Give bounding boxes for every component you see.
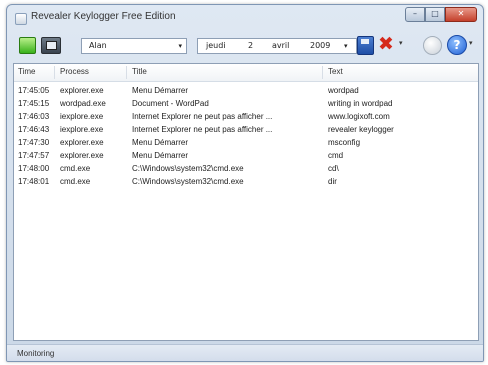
column-header-process[interactable]: Process (60, 67, 89, 76)
cell-time: 17:48:00 (18, 164, 50, 173)
cell-text: msconfig (328, 138, 361, 147)
date-picker[interactable]: jeudi 2 avril 2009 ▾ (197, 38, 357, 54)
window-controls: – □ ✕ (405, 7, 477, 22)
app-window: Revealer Keylogger Free Edition – □ ✕ Al… (6, 4, 484, 362)
user-select[interactable]: Alan ▾ (81, 38, 187, 54)
user-select-value: Alan (89, 41, 107, 50)
cell-text: writing in wordpad (328, 99, 393, 108)
cell-process: iexplore.exe (60, 125, 104, 134)
delete-icon[interactable]: ✖ (378, 34, 394, 54)
cell-text: cmd (328, 151, 344, 160)
log-table[interactable]: Time Process Title Text 17:45:05 explorer… (13, 63, 479, 341)
column-header-text[interactable]: Text (328, 67, 343, 76)
cell-process: wordpad.exe (60, 99, 106, 108)
cell-time: 17:46:43 (18, 125, 50, 134)
date-year: 2009 (310, 41, 331, 50)
cell-time: 17:46:03 (18, 112, 50, 121)
table-header: Time Process Title Text (14, 64, 478, 82)
save-icon-label (361, 39, 369, 44)
table-row[interactable]: 17:45:15 wordpad.exe Document - WordPad wri… (14, 97, 478, 111)
cell-title: C:\Windows\system32\cmd.exe (132, 164, 244, 173)
cell-time: 17:45:15 (18, 99, 50, 108)
cell-time: 17:48:01 (18, 177, 50, 186)
table-row[interactable]: 17:48:00 cmd.exe C:\Windows\system32\cmd.e… (14, 162, 478, 176)
cell-title: Menu Démarrer (132, 86, 189, 95)
cell-text: cd\ (328, 164, 339, 173)
cell-process: explorer.exe (60, 138, 104, 147)
cell-title: C:\Windows\system32\cmd.exe (132, 177, 244, 186)
cell-time: 17:47:57 (18, 151, 50, 160)
status-text: Monitoring (17, 349, 55, 358)
table-row[interactable]: 17:47:57 explorer.exe Menu Démarrer cmd (14, 149, 478, 163)
options-icon[interactable] (423, 36, 442, 55)
cell-text: dir (328, 177, 337, 186)
cell-title: Document - WordPad (132, 99, 209, 108)
keylogger-app-icon (15, 13, 27, 25)
cell-process: explorer.exe (60, 86, 104, 95)
cell-process: iexplore.exe (60, 112, 104, 121)
date-day: 2 (248, 41, 254, 50)
column-header-time[interactable]: Time (18, 67, 35, 76)
start-monitoring-icon[interactable] (19, 37, 36, 54)
save-icon[interactable] (357, 36, 374, 55)
table-row[interactable]: 17:47:30 explorer.exe Menu Démarrer msconfi… (14, 136, 478, 150)
maximize-button[interactable]: □ (425, 7, 445, 22)
help-dropdown-icon[interactable]: ▾ (469, 39, 473, 47)
delete-dropdown-icon[interactable]: ▾ (399, 39, 403, 47)
cell-process: cmd.exe (60, 164, 91, 173)
chevron-down-icon[interactable]: ▾ (344, 39, 348, 53)
title-bar[interactable]: Revealer Keylogger Free Edition – □ ✕ (7, 5, 483, 31)
cell-process: cmd.exe (60, 177, 91, 186)
window-title: Revealer Keylogger Free Edition (31, 11, 176, 22)
cell-text: wordpad (328, 86, 359, 95)
status-bar: Monitoring (7, 344, 483, 361)
cell-text: www.logixoft.com (328, 112, 390, 121)
cell-title: Internet Explorer ne peut pas afficher .… (132, 112, 273, 121)
table-row[interactable]: 17:45:05 explorer.exe Menu Démarrer wordpad (14, 84, 478, 98)
cell-process: explorer.exe (60, 151, 104, 160)
chevron-down-icon: ▾ (178, 42, 182, 50)
table-row[interactable]: 17:48:01 cmd.exe C:\Windows\system32\cmd.e… (14, 175, 478, 189)
screenshot-viewer-icon[interactable] (41, 37, 61, 54)
screenshot-viewer-icon-screen (46, 41, 57, 50)
cell-text: revealer keylogger (328, 125, 394, 134)
date-month: avril (272, 41, 290, 50)
toolbar: Alan ▾ jeudi 2 avril 2009 ▾ ✖ ▾ ? ▾ (13, 32, 477, 58)
cell-title: Menu Démarrer (132, 151, 189, 160)
table-row[interactable]: 17:46:43 iexplore.exe Internet Explorer ne… (14, 123, 478, 137)
date-day-name: jeudi (206, 41, 226, 50)
cell-title: Menu Démarrer (132, 138, 189, 147)
column-header-title[interactable]: Title (132, 67, 147, 76)
cell-time: 17:45:05 (18, 86, 50, 95)
help-icon[interactable]: ? (447, 35, 467, 55)
cell-title: Internet Explorer ne peut pas afficher .… (132, 125, 273, 134)
close-button[interactable]: ✕ (445, 7, 477, 22)
table-row[interactable]: 17:46:03 iexplore.exe Internet Explorer ne… (14, 110, 478, 124)
cell-time: 17:47:30 (18, 138, 50, 147)
minimize-button[interactable]: – (405, 7, 425, 22)
